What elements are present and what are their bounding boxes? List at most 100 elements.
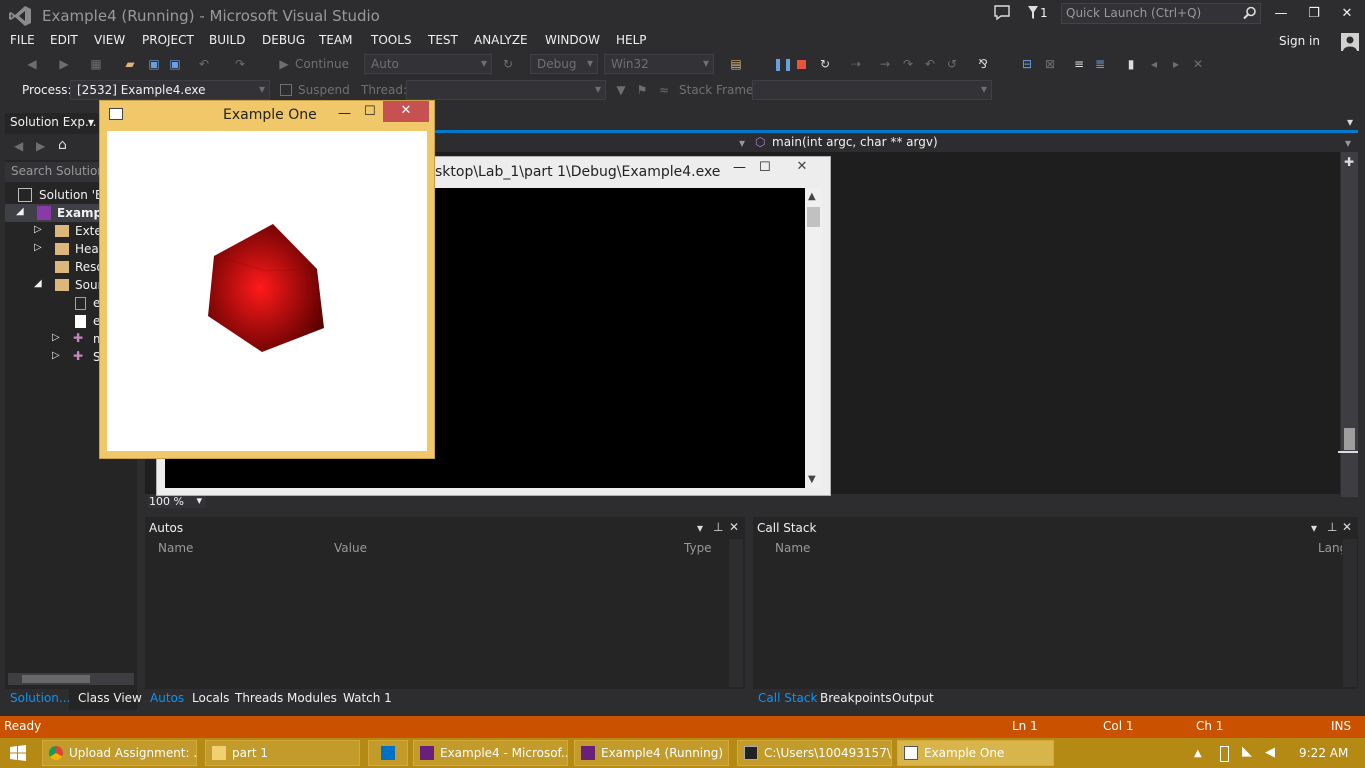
- taskbar-vs-1[interactable]: Example4 - Microsof...: [413, 740, 568, 766]
- gl-maximize-button[interactable]: ☐: [364, 104, 376, 119]
- continue-button[interactable]: Continue: [295, 57, 349, 71]
- taskbar-example-one[interactable]: Example One: [897, 740, 1054, 766]
- suspend-icon[interactable]: [280, 84, 292, 96]
- comment-icon[interactable]: ≡: [1071, 56, 1087, 72]
- menu-debug[interactable]: DEBUG: [262, 33, 305, 47]
- autos-col-type[interactable]: Type: [684, 541, 712, 555]
- bookmark-icon[interactable]: ▮: [1123, 56, 1139, 72]
- step-into-icon[interactable]: →: [877, 56, 893, 72]
- gl-minimize-button[interactable]: —: [338, 106, 351, 121]
- show-threads-icon[interactable]: ≈: [656, 82, 672, 98]
- process-combo[interactable]: [2532] Example4.exe ▾: [70, 80, 270, 100]
- new-project-icon[interactable]: ▦: [88, 56, 104, 72]
- sign-in-link[interactable]: Sign in: [1279, 34, 1320, 48]
- undo-icon[interactable]: ↶: [196, 56, 212, 72]
- feedback-icon[interactable]: [993, 5, 1011, 21]
- next-bookmark-icon[interactable]: ▸: [1168, 56, 1184, 72]
- taskbar-vs-2[interactable]: Example4 (Running) ...: [574, 740, 729, 766]
- collapse-icon[interactable]: ▷: [34, 224, 42, 235]
- close-button[interactable]: ✕: [1334, 4, 1360, 24]
- step-back-icon[interactable]: ↺: [944, 56, 960, 72]
- configuration-combo[interactable]: Debug ▾: [530, 54, 598, 74]
- show-next-statement-icon[interactable]: ⇢: [848, 56, 864, 72]
- taskbar-chrome[interactable]: Upload Assignment: ...: [42, 740, 197, 766]
- scroll-down-icon[interactable]: ▼: [808, 474, 816, 485]
- menu-analyze[interactable]: ANALYZE: [474, 33, 528, 47]
- hex-display-icon[interactable]: ⅋: [975, 56, 991, 72]
- continue-icon[interactable]: ▶: [276, 56, 292, 72]
- pause-icon[interactable]: ❚❚: [773, 56, 793, 72]
- system-clock[interactable]: 9:22 AM: [1299, 746, 1348, 760]
- minimize-button[interactable]: —: [1268, 4, 1294, 24]
- open-file-icon[interactable]: ▰: [122, 56, 138, 72]
- tab-autos[interactable]: Autos: [150, 691, 184, 705]
- stop-icon[interactable]: [797, 60, 806, 69]
- windows-start-icon[interactable]: [10, 745, 26, 761]
- zoom-combo[interactable]: 100 % ▾: [148, 494, 206, 508]
- solution-explorer-dropdown-icon[interactable]: ▾: [88, 115, 94, 129]
- show-hidden-icons-icon[interactable]: ▲: [1194, 748, 1202, 759]
- autos-scrollbar[interactable]: [729, 539, 743, 687]
- console-maximize-button[interactable]: ☐: [759, 160, 771, 175]
- collapse-icon[interactable]: ▷: [52, 350, 60, 361]
- expand-icon[interactable]: ◢: [16, 206, 24, 217]
- menu-build[interactable]: BUILD: [209, 33, 245, 47]
- tab-threads[interactable]: Threads: [235, 691, 283, 705]
- split-icon[interactable]: ✚: [1344, 155, 1354, 169]
- filter-flag-icon[interactable]: [1028, 6, 1038, 20]
- clear-bookmarks-icon[interactable]: ✕: [1190, 56, 1206, 72]
- console-vertical-scrollbar[interactable]: [805, 188, 822, 488]
- taskbar-console[interactable]: C:\Users\100493157\...: [737, 740, 892, 766]
- collapse-icon[interactable]: ▷: [34, 242, 42, 253]
- close-icon[interactable]: ✕: [1342, 520, 1352, 534]
- flag-threads-icon[interactable]: ⚑: [634, 82, 650, 98]
- menu-window[interactable]: WINDOW: [545, 33, 600, 47]
- menu-tools[interactable]: TOOLS: [371, 33, 412, 47]
- home-icon[interactable]: ⌂: [58, 137, 67, 153]
- call-stack-dropdown-icon[interactable]: ▾: [1311, 521, 1317, 535]
- menu-view[interactable]: VIEW: [94, 33, 125, 47]
- forward-icon[interactable]: ▶: [56, 56, 72, 72]
- scope-dropdown-icon[interactable]: ▾: [739, 136, 745, 150]
- refresh-icon[interactable]: ↻: [500, 56, 516, 72]
- pin-icon[interactable]: ⊥: [713, 520, 723, 534]
- account-icon[interactable]: [1341, 33, 1359, 51]
- menu-edit[interactable]: EDIT: [50, 33, 78, 47]
- back-icon[interactable]: ◀: [14, 139, 23, 153]
- platform-combo[interactable]: Win32 ▾: [604, 54, 714, 74]
- autos-dropdown-icon[interactable]: ▾: [697, 521, 703, 535]
- expand-icon[interactable]: ◢: [34, 278, 42, 289]
- call-stack-col-lang[interactable]: Lang: [1318, 541, 1342, 555]
- call-stack-col-name[interactable]: Name: [775, 541, 810, 555]
- attach-icon[interactable]: ▤: [728, 56, 744, 72]
- taskbar-explorer[interactable]: part 1: [205, 740, 360, 766]
- prev-bookmark-icon[interactable]: ◂: [1146, 56, 1162, 72]
- save-all-icon[interactable]: ▣: [167, 56, 183, 72]
- pin-icon[interactable]: ⊥: [1327, 520, 1337, 534]
- battery-icon[interactable]: [1220, 746, 1229, 762]
- redo-icon[interactable]: ↷: [232, 56, 248, 72]
- function-dropdown-icon[interactable]: ▾: [1345, 136, 1351, 150]
- console-close-button[interactable]: ✕: [780, 157, 824, 177]
- search-icon[interactable]: [1243, 6, 1257, 20]
- console-minimize-button[interactable]: —: [733, 160, 746, 175]
- quick-launch-input[interactable]: Quick Launch (Ctrl+Q): [1061, 3, 1261, 24]
- call-stack-scrollbar[interactable]: [1343, 539, 1357, 687]
- restore-button[interactable]: ❐: [1301, 4, 1327, 24]
- stack-frame-combo[interactable]: ▾: [752, 80, 992, 100]
- scroll-up-icon[interactable]: ▲: [808, 191, 816, 202]
- console-scrollbar-thumb[interactable]: [807, 207, 820, 227]
- gl-close-button[interactable]: ✕: [383, 101, 429, 122]
- thread-filter-icon[interactable]: ▼: [613, 82, 629, 98]
- autos-col-value[interactable]: Value: [334, 541, 367, 555]
- forward-icon[interactable]: ▶: [36, 139, 45, 153]
- tab-breakpoints[interactable]: Breakpoints: [820, 691, 891, 705]
- suspend-button[interactable]: Suspend: [298, 83, 350, 97]
- scrollbar-thumb[interactable]: [22, 675, 90, 683]
- tab-class-view[interactable]: Class View: [78, 691, 142, 705]
- thread-combo[interactable]: ▾: [406, 80, 606, 100]
- save-icon[interactable]: ▣: [146, 56, 162, 72]
- auto-combo[interactable]: Auto ▾: [364, 54, 492, 74]
- autos-col-name[interactable]: Name: [158, 541, 193, 555]
- tab-modules[interactable]: Modules: [287, 691, 337, 705]
